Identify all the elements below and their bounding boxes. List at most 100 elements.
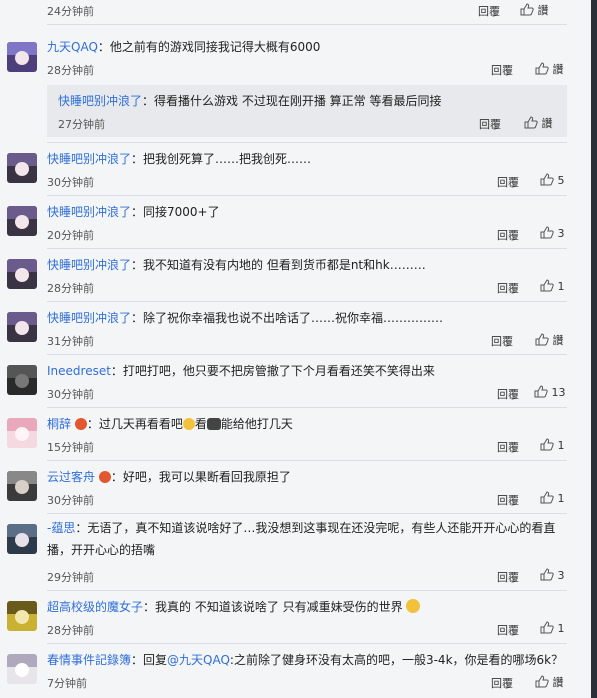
reply-button[interactable]: 回覆 <box>497 492 519 508</box>
crying-emoji-icon <box>182 418 195 430</box>
comment-text: ：我不知道有没有内地的 但看到货币都是nt和hk……… <box>131 258 426 272</box>
comment-time: 28分钟前 <box>47 282 94 295</box>
reply-button[interactable]: 回覆 <box>479 116 501 132</box>
like-button[interactable]: 讚 <box>535 61 564 77</box>
comment-time: 31分钟前 <box>47 335 94 348</box>
like-button[interactable]: 13 <box>534 385 566 399</box>
comment-text: ：好吧，我可以果断看回我原担了 <box>110 470 291 484</box>
comment-item: 快睡吧别冲浪了：把我创死算了……把我创死…… 30分钟前 回覆 5 <box>0 142 591 194</box>
reply-button[interactable]: 回覆 <box>497 280 519 296</box>
mention-link[interactable]: @九天QAQ <box>167 653 230 667</box>
avatar[interactable] <box>7 654 37 684</box>
like-button[interactable]: 3 <box>540 568 565 582</box>
comment-body: 快睡吧别冲浪了：把我创死算了……把我创死…… <box>47 151 311 167</box>
like-button[interactable]: 讚 <box>535 674 564 690</box>
comment-body: 桐辞 ：过几天再看看吧看能给他打几天 <box>47 416 293 432</box>
username-link[interactable]: 快睡吧别冲浪了 <box>47 258 131 272</box>
like-count: 讚 <box>537 4 549 17</box>
avatar[interactable] <box>7 259 37 289</box>
reply-button[interactable]: 回覆 <box>497 386 519 402</box>
avatar[interactable] <box>7 312 37 342</box>
reply-button[interactable]: 回覆 <box>491 675 513 691</box>
divider <box>47 24 567 25</box>
thumb-up-icon <box>524 116 538 129</box>
username-link[interactable]: 云过客舟 <box>47 470 95 484</box>
comment-body: 超高校级的魔女子：我真的 不知道该说啥了 只有减重妹受伤的世界 <box>47 599 421 615</box>
thumb-up-icon <box>535 62 549 75</box>
reply-button[interactable]: 回覆 <box>497 622 519 638</box>
like-count: 1 <box>557 439 565 452</box>
avatar[interactable] <box>7 206 37 236</box>
thumb-up-icon <box>540 621 554 634</box>
avatar[interactable] <box>7 42 37 72</box>
like-button[interactable]: 1 <box>540 491 565 505</box>
like-button[interactable]: 讚 <box>520 2 549 18</box>
avatar[interactable] <box>7 365 37 395</box>
comment-text-continued: 播，开开心心的捂嘴 <box>47 543 156 557</box>
thumb-up-icon <box>540 279 554 292</box>
reply-button[interactable]: 回覆 <box>497 227 519 243</box>
username-link[interactable]: 桐辞 <box>47 417 71 431</box>
thumb-up-icon <box>520 3 534 16</box>
like-count: 1 <box>557 492 565 505</box>
like-button[interactable]: 3 <box>540 226 565 240</box>
avatar[interactable] <box>7 524 37 554</box>
comment-body: 九天QAQ：他之前有的游戏同接我记得大概有6000 <box>47 39 320 55</box>
avatar[interactable] <box>7 418 37 448</box>
like-count: 3 <box>557 569 565 582</box>
comment-time: 15分钟前 <box>47 441 94 454</box>
reply-button[interactable]: 回覆 <box>491 62 513 78</box>
like-button[interactable]: 1 <box>540 621 565 635</box>
comment-item: 九天QAQ：他之前有的游戏同接我记得大概有6000 28分钟前 回覆 讚 快睡吧… <box>0 30 591 140</box>
comment-text: ：把我创死算了……把我创死…… <box>131 152 312 166</box>
like-button[interactable]: 1 <box>540 438 565 452</box>
comment-time: 29分钟前 <box>47 571 94 584</box>
username-link[interactable]: 快睡吧别冲浪了 <box>47 205 131 219</box>
comment-text: ：除了祝你幸福我也说不出啥话了……祝你幸福…………… <box>131 311 444 325</box>
like-count: 讚 <box>552 63 564 76</box>
like-count: 讚 <box>552 676 564 689</box>
comment-text: 看 <box>194 417 207 431</box>
comment-text: ：过几天再看看吧 <box>86 417 183 431</box>
avatar[interactable] <box>7 153 37 183</box>
username-link[interactable]: Ineedreset <box>47 364 111 378</box>
fire-emoji-icon <box>98 471 111 483</box>
comment-item: 桐辞 ：过几天再看看吧看能给他打几天 15分钟前 回覆 1 <box>0 407 591 459</box>
avatar[interactable] <box>7 471 37 501</box>
reply-button[interactable]: 回覆 <box>497 439 519 455</box>
comment-body: 云过客舟 ：好吧，我可以果断看回我原担了 <box>47 469 291 485</box>
reply-button[interactable]: 回覆 <box>491 333 513 349</box>
comment-item: 云过客舟 ：好吧，我可以果断看回我原担了 30分钟前 回覆 1 <box>0 460 591 512</box>
reply-button[interactable]: 回覆 <box>497 569 519 585</box>
comment-body: 春情事件記錄簿：回复@九天QAQ:之前除了健身环没有太高的吧，一般3-4k，你是… <box>47 652 563 668</box>
comment-item: 春情事件記錄簿：回复@九天QAQ:之前除了健身环没有太高的吧，一般3-4k，你是… <box>0 643 591 698</box>
comment-time: 27分钟前 <box>58 118 105 131</box>
thumb-up-icon <box>540 226 554 239</box>
username-link[interactable]: 快睡吧别冲浪了 <box>47 152 131 166</box>
reply-button[interactable]: 回覆 <box>497 174 519 190</box>
like-button[interactable]: 讚 <box>524 115 553 131</box>
crying-emoji-icon <box>406 599 421 613</box>
avatar[interactable] <box>7 601 37 631</box>
username-link[interactable]: 快睡吧别冲浪了 <box>47 311 131 325</box>
reply-button[interactable]: 回覆 <box>478 3 500 19</box>
like-button[interactable]: 5 <box>540 173 565 187</box>
comment-item: 超高校级的魔女子：我真的 不知道该说啥了 只有减重妹受伤的世界 28分钟前 回覆… <box>0 590 591 642</box>
like-button[interactable]: 1 <box>540 279 565 293</box>
thumb-up-icon <box>540 491 554 504</box>
comment-time: 7分钟前 <box>47 677 87 690</box>
username-link[interactable]: 九天QAQ <box>47 40 98 54</box>
comment-time: 24分钟前 <box>47 5 94 18</box>
username-link[interactable]: -蕴思 <box>47 521 75 535</box>
comment-text: ：回复 <box>131 653 168 667</box>
comment-text: ：他之前有的游戏同接我记得大概有6000 <box>97 40 321 54</box>
thumb-up-icon <box>540 438 554 451</box>
thumb-up-icon <box>535 675 549 688</box>
thumb-up-icon <box>534 385 548 398</box>
like-button[interactable]: 讚 <box>535 332 564 348</box>
username-link[interactable]: 快睡吧别冲浪了 <box>58 94 142 108</box>
comment-time: 30分钟前 <box>47 494 94 507</box>
sub-reply: 快睡吧别冲浪了：得看播什么游戏 不过现在刚开播 算正常 等看最后同接 27分钟前… <box>47 85 567 137</box>
username-link[interactable]: 春情事件記錄簿 <box>47 653 131 667</box>
username-link[interactable]: 超高校级的魔女子 <box>47 600 143 614</box>
